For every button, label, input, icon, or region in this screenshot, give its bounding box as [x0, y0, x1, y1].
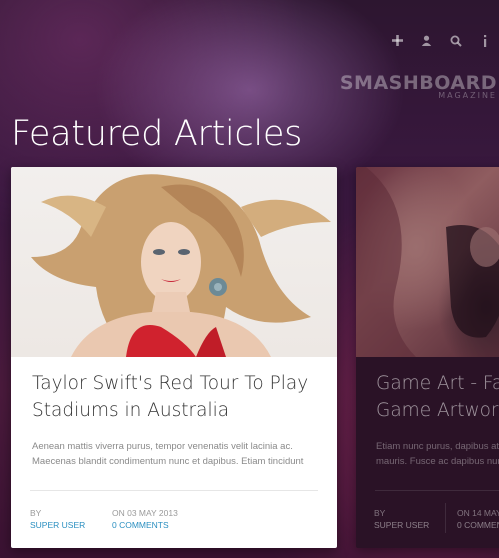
comments-link[interactable]: 0 COMMENTS	[112, 519, 178, 531]
article-author: BY SUPER USER	[374, 507, 429, 531]
comments-link[interactable]: 0 COMMEN	[457, 519, 499, 531]
article-card[interactable]: Game Art - Fan Game Artworks Etiam nunc …	[356, 167, 499, 548]
by-label: BY	[374, 508, 386, 518]
top-toolbar	[383, 26, 499, 55]
article-image[interactable]	[356, 167, 499, 357]
article-image[interactable]	[11, 167, 337, 357]
article-title-line: Stadiums in Australia	[32, 400, 230, 421]
info-icon[interactable]	[470, 26, 499, 55]
article-date-comments: ON 03 MAY 2013 0 COMMENTS	[112, 507, 178, 531]
author-link[interactable]: SUPER USER	[374, 519, 429, 531]
meta-separator	[445, 503, 446, 533]
excerpt-line: mauris. Fusce ac dapibus nunc	[376, 456, 499, 467]
article-title[interactable]: Game Art - Fan Game Artworks	[376, 370, 499, 424]
excerpt-line: Aenean mattis viverra purus, tempor vene…	[32, 441, 293, 452]
excerpt-line: Etiam nunc purus, dapibus at	[376, 441, 499, 452]
article-card[interactable]: Taylor Swift's Red Tour To Play Stadiums…	[11, 167, 337, 548]
article-title-line: Taylor Swift's Red Tour To Play	[32, 373, 309, 394]
section-title: Featured Articles	[11, 114, 303, 154]
article-excerpt: Aenean mattis viverra purus, tempor vene…	[32, 439, 322, 469]
article-date: ON 03 MAY 2013	[112, 508, 178, 518]
site-logo[interactable]: SMASHBOARD MAGAZINE	[340, 72, 497, 100]
divider	[30, 490, 318, 491]
search-icon[interactable]	[441, 26, 470, 55]
article-excerpt: Etiam nunc purus, dapibus at mauris. Fus…	[376, 439, 499, 469]
by-label: BY	[30, 508, 42, 518]
article-date: ON 14 MAY	[457, 508, 499, 518]
article-title[interactable]: Taylor Swift's Red Tour To Play Stadiums…	[32, 370, 322, 424]
article-date-comments: ON 14 MAY 0 COMMEN	[457, 507, 499, 531]
article-title-line: Game Art - Fan	[376, 373, 499, 394]
article-title-line: Game Artworks	[376, 400, 499, 421]
plus-icon[interactable]	[383, 26, 412, 55]
divider	[375, 490, 499, 491]
author-link[interactable]: SUPER USER	[30, 519, 85, 531]
article-author: BY SUPER USER	[30, 507, 85, 531]
excerpt-line: Maecenas blandit condimentum nunc et dap…	[32, 456, 304, 467]
user-icon[interactable]	[412, 26, 441, 55]
